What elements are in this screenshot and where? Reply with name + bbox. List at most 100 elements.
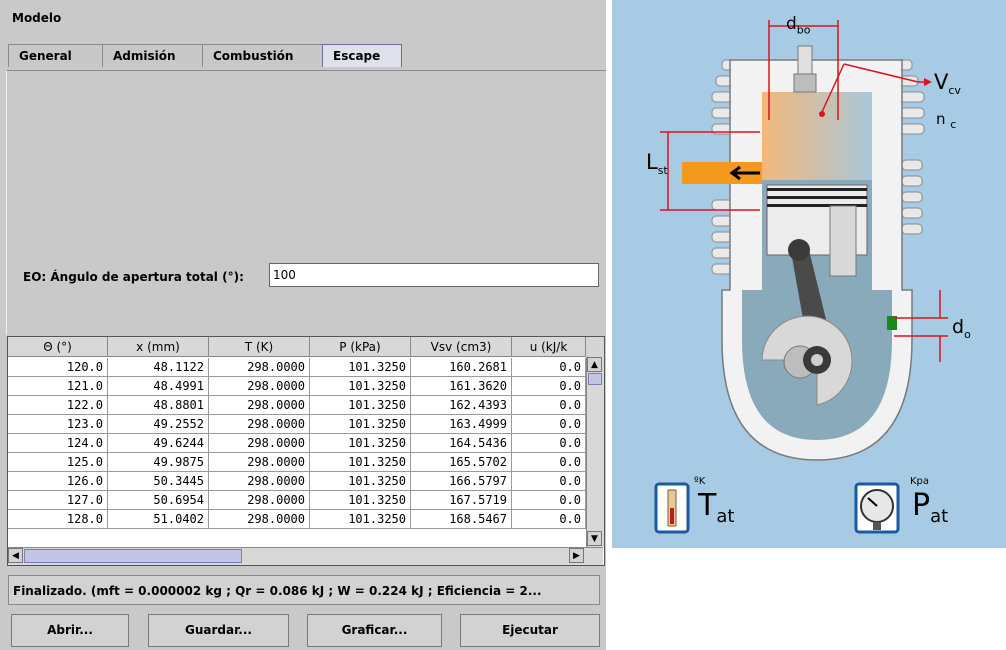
table-cell[interactable]: 166.5797 (411, 472, 512, 491)
engine-diagram: dbo Vcv n c Lst do ºK Tat Kpa Pat (612, 0, 1006, 548)
table-cell[interactable]: 127.0 (8, 491, 108, 510)
tab-general[interactable]: General (8, 44, 116, 67)
table-cell[interactable]: 49.9875 (108, 453, 209, 472)
table-cell[interactable]: 0.0 (512, 377, 586, 396)
run-button[interactable]: Ejecutar (460, 614, 600, 647)
table-cell[interactable]: 0.0 (512, 491, 586, 510)
table-cell[interactable]: 50.6954 (108, 491, 209, 510)
table-cell[interactable]: 298.0000 (209, 358, 310, 377)
table-cell[interactable]: 124.0 (8, 434, 108, 453)
table-cell[interactable]: 101.3250 (310, 491, 411, 510)
scroll-left-icon[interactable]: ◀ (8, 548, 23, 563)
table-cell[interactable]: 101.3250 (310, 472, 411, 491)
table-row[interactable]: 122.0 48.8801 298.0000 101.3250 162.4393 0.0 (8, 396, 586, 415)
col-t[interactable]: T (K) (209, 337, 310, 357)
table-cell[interactable]: 101.3250 (310, 358, 411, 377)
table-cell[interactable]: 0.0 (512, 358, 586, 377)
table-cell[interactable]: 101.3250 (310, 396, 411, 415)
table-cell[interactable]: 101.3250 (310, 510, 411, 529)
table-row[interactable]: 126.0 50.3445 298.0000 101.3250 166.5797 0.0 (8, 472, 586, 491)
open-button[interactable]: Abrir... (11, 614, 129, 647)
table-cell[interactable]: 122.0 (8, 396, 108, 415)
wrist-pin (788, 239, 810, 261)
table-cell[interactable]: 120.0 (8, 358, 108, 377)
table-cell[interactable]: 161.3620 (411, 377, 512, 396)
results-table: Θ (°) x (mm) T (K) P (kPa) Vsv (cm3) u (… (7, 336, 605, 566)
table-row[interactable]: 127.0 50.6954 298.0000 101.3250 167.5719 0.0 (8, 491, 586, 510)
table-cell[interactable]: 298.0000 (209, 453, 310, 472)
table-cell[interactable]: 50.3445 (108, 472, 209, 491)
table-row[interactable]: 125.0 49.9875 298.0000 101.3250 165.5702 0.0 (8, 453, 586, 472)
table-cell[interactable]: 0.0 (512, 415, 586, 434)
table-cell[interactable]: 0.0 (512, 510, 586, 529)
eo-angle-input[interactable] (269, 263, 599, 287)
table-cell[interactable]: 168.5467 (411, 510, 512, 529)
table-cell[interactable]: 49.6244 (108, 434, 209, 453)
table-header: Θ (°) x (mm) T (K) P (kPa) Vsv (cm3) u (… (8, 337, 604, 357)
table-cell[interactable]: 49.2552 (108, 415, 209, 434)
table-cell[interactable]: 162.4393 (411, 396, 512, 415)
table-cell[interactable]: 101.3250 (310, 377, 411, 396)
spark-plug (797, 45, 813, 77)
col-x[interactable]: x (mm) (108, 337, 209, 357)
table-cell[interactable]: 298.0000 (209, 510, 310, 529)
table-row[interactable]: 123.0 49.2552 298.0000 101.3250 163.4999 0.0 (8, 415, 586, 434)
spark-plug-base (793, 73, 817, 93)
l-st-label: Lst (646, 150, 668, 178)
col-theta[interactable]: Θ (°) (8, 337, 108, 357)
table-cell[interactable]: 121.0 (8, 377, 108, 396)
tab-admision[interactable]: Admisión (102, 44, 216, 67)
save-button[interactable]: Guardar... (148, 614, 289, 647)
col-vsv[interactable]: Vsv (cm3) (411, 337, 512, 357)
table-cell[interactable]: 0.0 (512, 453, 586, 472)
table-row[interactable]: 121.0 48.4991 298.0000 101.3250 161.3620 0.0 (8, 377, 586, 396)
table-cell[interactable]: 160.2681 (411, 358, 512, 377)
model-panel: Modelo General Admisión Combustión Escap… (0, 0, 606, 650)
table-cell[interactable]: 101.3250 (310, 415, 411, 434)
n-c-label: n c (936, 110, 957, 131)
v-cv-label: Vcv (934, 70, 961, 98)
table-cell[interactable]: 164.5436 (411, 434, 512, 453)
table-cell[interactable]: 0.0 (512, 434, 586, 453)
table-cell[interactable]: 48.4991 (108, 377, 209, 396)
table-cell[interactable]: 298.0000 (209, 415, 310, 434)
col-u[interactable]: u (kJ/k (512, 337, 586, 357)
vertical-scroll-thumb[interactable] (588, 373, 602, 385)
d-bo-label: dbo (786, 14, 811, 37)
table-cell[interactable]: 48.1122 (108, 358, 209, 377)
scroll-up-icon[interactable]: ▲ (587, 357, 602, 372)
table-cell[interactable]: 298.0000 (209, 491, 310, 510)
transfer-port (829, 205, 857, 277)
table-cell[interactable]: 163.4999 (411, 415, 512, 434)
table-cell[interactable]: 298.0000 (209, 396, 310, 415)
table-cell[interactable]: 126.0 (8, 472, 108, 491)
table-cell[interactable]: 165.5702 (411, 453, 512, 472)
tab-escape[interactable]: Escape (322, 44, 402, 67)
d-o-label: do (952, 316, 971, 341)
table-cell[interactable]: 298.0000 (209, 472, 310, 491)
plot-button[interactable]: Graficar... (307, 614, 442, 647)
table-row[interactable]: 128.0 51.0402 298.0000 101.3250 168.5467 0.0 (8, 510, 586, 529)
table-cell[interactable]: 0.0 (512, 396, 586, 415)
table-cell[interactable]: 167.5719 (411, 491, 512, 510)
pat-unit: Kpa (910, 476, 930, 487)
table-cell[interactable]: 101.3250 (310, 434, 411, 453)
horizontal-scroll-thumb[interactable] (24, 549, 242, 563)
table-cell[interactable]: 51.0402 (108, 510, 209, 529)
table-cell[interactable]: 128.0 (8, 510, 108, 529)
table-cell[interactable]: 125.0 (8, 453, 108, 472)
table-row[interactable]: 120.0 48.1122 298.0000 101.3250 160.2681 0.0 (8, 358, 586, 377)
tab-combustion[interactable]: Combustión (202, 44, 340, 67)
table-row[interactable]: 124.0 49.6244 298.0000 101.3250 164.5436 0.0 (8, 434, 586, 453)
table-cell[interactable]: 298.0000 (209, 434, 310, 453)
horizontal-scrollbar[interactable]: ◀ ▶ (8, 547, 603, 565)
table-cell[interactable]: 298.0000 (209, 377, 310, 396)
table-cell[interactable]: 0.0 (512, 472, 586, 491)
vertical-scrollbar[interactable]: ▲ ▼ (586, 357, 604, 547)
scroll-down-icon[interactable]: ▼ (587, 531, 602, 546)
table-cell[interactable]: 123.0 (8, 415, 108, 434)
table-cell[interactable]: 101.3250 (310, 453, 411, 472)
table-cell[interactable]: 48.8801 (108, 396, 209, 415)
col-p[interactable]: P (kPa) (310, 337, 411, 357)
scroll-right-icon[interactable]: ▶ (569, 548, 584, 563)
